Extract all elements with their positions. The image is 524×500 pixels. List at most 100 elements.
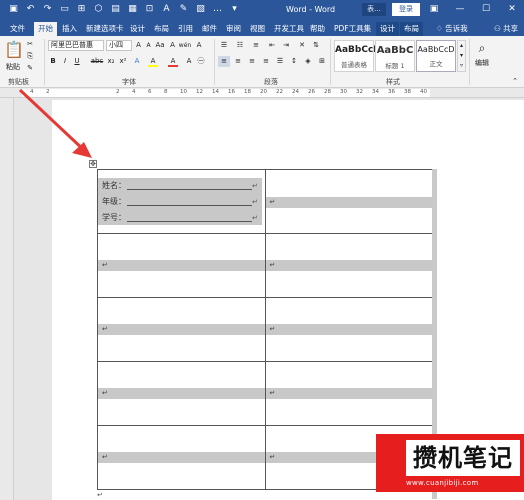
multilevel-icon[interactable]: ≡ bbox=[250, 40, 262, 51]
borders-icon[interactable]: ⊞ bbox=[316, 56, 328, 67]
text-icon[interactable]: A bbox=[161, 3, 172, 15]
clear-format-icon[interactable]: A bbox=[168, 40, 177, 51]
minimize-icon[interactable]: — bbox=[454, 3, 466, 15]
align-center-icon[interactable]: ≡ bbox=[232, 56, 244, 67]
font-name-select[interactable]: 阿里巴巴普惠 bbox=[48, 40, 104, 51]
style-heading-1[interactable]: AaBbC 标题 1 bbox=[375, 40, 415, 72]
subscript-button[interactable]: x₂ bbox=[106, 56, 116, 67]
border-icon[interactable]: ⊡ bbox=[144, 3, 155, 15]
table-cell[interactable]: ↵ bbox=[97, 425, 266, 490]
increase-indent-icon[interactable]: ⇥ bbox=[280, 40, 292, 51]
picture-icon[interactable]: ▤ bbox=[110, 3, 121, 15]
tab-home[interactable]: 开始 bbox=[34, 22, 57, 36]
phonetic-guide-icon[interactable]: wén bbox=[178, 40, 192, 51]
horizontal-ruler[interactable]: 4 2 2 4 6 8 10 12 14 16 18 20 22 24 26 2… bbox=[0, 88, 524, 98]
align-left-icon[interactable]: ≡ bbox=[218, 56, 230, 67]
char-border-icon[interactable]: A bbox=[194, 40, 204, 51]
enclose-char-icon[interactable]: ㊀ bbox=[196, 56, 206, 67]
align-right-icon[interactable]: ≡ bbox=[246, 56, 258, 67]
paste-label[interactable]: 粘贴 bbox=[4, 62, 22, 73]
bold-button[interactable]: B bbox=[48, 56, 58, 67]
tab-view[interactable]: 视图 bbox=[246, 22, 269, 36]
sort-icon[interactable]: ⇅ bbox=[310, 40, 322, 51]
table-cell[interactable]: ↵ bbox=[264, 297, 433, 362]
underline-button[interactable]: U bbox=[72, 56, 82, 67]
customize-icon[interactable]: ▾ bbox=[229, 3, 240, 15]
new-doc-icon[interactable]: ▭ bbox=[59, 3, 70, 15]
distributed-icon[interactable]: ☰ bbox=[274, 56, 286, 67]
highlight-icon[interactable]: A bbox=[148, 56, 158, 67]
tab-insert[interactable]: 插入 bbox=[58, 22, 81, 36]
ruler-tick: 40 bbox=[420, 89, 427, 95]
image-icon[interactable]: ▧ bbox=[195, 3, 206, 15]
tab-references[interactable]: 引用 bbox=[174, 22, 197, 36]
tab-design[interactable]: 设计 bbox=[126, 22, 149, 36]
grade-field[interactable]: 年级： ↵ bbox=[102, 196, 258, 208]
tab-developer[interactable]: 开发工具 bbox=[270, 22, 308, 36]
copy-icon[interactable]: ⎘ bbox=[25, 51, 35, 62]
table-cell[interactable]: ↵ bbox=[264, 169, 433, 234]
table-cell[interactable]: ↵ bbox=[264, 233, 433, 298]
justify-icon[interactable]: ≡ bbox=[260, 56, 272, 67]
para-mark: ↵ bbox=[252, 214, 258, 222]
tab-help[interactable]: 帮助 bbox=[306, 22, 329, 36]
close-icon[interactable]: ✕ bbox=[506, 3, 518, 15]
tab-review[interactable]: 审阅 bbox=[222, 22, 245, 36]
bullets-icon[interactable]: ☰ bbox=[218, 40, 230, 51]
decrease-indent-icon[interactable]: ⇤ bbox=[266, 40, 278, 51]
brush-icon[interactable]: ✎ bbox=[178, 3, 189, 15]
shrink-font-icon[interactable]: A bbox=[144, 40, 153, 51]
ribbon-display-icon[interactable]: ▣ bbox=[428, 3, 440, 15]
grow-font-icon[interactable]: A bbox=[134, 40, 143, 51]
strikethrough-button[interactable]: abc bbox=[90, 56, 104, 67]
table-cell[interactable]: ↵ bbox=[97, 233, 266, 298]
tab-new[interactable]: 新建选项卡 bbox=[82, 22, 128, 36]
id-field[interactable]: 学号： ↵ bbox=[102, 212, 258, 224]
font-color-icon[interactable]: A bbox=[168, 56, 178, 67]
table-cell[interactable]: 姓名： ↵ 年级： ↵ 学号： ↵ bbox=[97, 169, 266, 234]
more-icon[interactable]: … bbox=[212, 3, 223, 15]
collapse-ribbon-icon[interactable]: ⌃ bbox=[510, 76, 520, 87]
font-size-select[interactable]: 小四 bbox=[106, 40, 132, 51]
paste-icon[interactable]: 📋 bbox=[4, 39, 24, 61]
table-cell[interactable]: ↵ bbox=[97, 297, 266, 362]
italic-button[interactable]: I bbox=[60, 56, 70, 67]
numbering-icon[interactable]: ☷ bbox=[234, 40, 246, 51]
grid-icon[interactable]: ⊞ bbox=[76, 3, 87, 15]
editing-label[interactable]: 编辑 bbox=[472, 58, 492, 69]
styles-scroll[interactable]: ▴ ▾ ▿ bbox=[457, 40, 466, 72]
chinese-layout-icon[interactable]: ✕ bbox=[296, 40, 308, 51]
search-icon[interactable]: ⌕ bbox=[474, 40, 490, 56]
maximize-icon[interactable]: ☐ bbox=[480, 3, 492, 15]
line-spacing-icon[interactable]: ↕ bbox=[288, 56, 300, 67]
tab-file[interactable]: 文件 bbox=[6, 22, 29, 36]
table-move-handle[interactable]: ✥ bbox=[89, 160, 97, 168]
char-shading-icon[interactable]: A bbox=[184, 56, 194, 67]
table-icon[interactable]: ▦ bbox=[127, 3, 138, 15]
table-cell[interactable]: ↵ bbox=[264, 361, 433, 426]
tab-mailings[interactable]: 邮件 bbox=[198, 22, 221, 36]
name-field[interactable]: 姓名： ↵ bbox=[102, 180, 258, 192]
save-icon[interactable]: ▣ bbox=[8, 3, 19, 15]
ruler-tick: 36 bbox=[388, 89, 395, 95]
style-body[interactable]: AaBbCcD 正文 bbox=[416, 40, 456, 72]
tab-table-layout[interactable]: 布局 bbox=[400, 22, 423, 36]
tab-layout[interactable]: 布局 bbox=[150, 22, 173, 36]
undo-icon[interactable]: ↶ bbox=[25, 3, 36, 15]
tab-pdf[interactable]: PDF工具集 bbox=[330, 22, 375, 36]
text-effect-icon[interactable]: A bbox=[132, 56, 142, 67]
shape-icon[interactable]: ⬡ bbox=[93, 3, 104, 15]
format-painter-icon[interactable]: ✎ bbox=[25, 63, 35, 74]
redo-icon[interactable]: ↷ bbox=[42, 3, 53, 15]
share-button[interactable]: ⚇ 共享 bbox=[490, 22, 522, 36]
change-case-icon[interactable]: Aa bbox=[155, 40, 165, 51]
cut-icon[interactable]: ✂ bbox=[25, 39, 35, 50]
style-normal-table[interactable]: AaBbCcI 普通表格 bbox=[334, 40, 377, 72]
login-button[interactable]: 登录 bbox=[392, 3, 420, 16]
table-cell[interactable]: ↵ bbox=[97, 361, 266, 426]
tell-me[interactable]: ♢ 告诉我 bbox=[432, 22, 472, 36]
superscript-button[interactable]: x² bbox=[118, 56, 128, 67]
shading-icon[interactable]: ◈ bbox=[302, 56, 314, 67]
tab-table-design[interactable]: 设计 bbox=[376, 22, 399, 36]
vertical-ruler[interactable] bbox=[0, 98, 14, 500]
